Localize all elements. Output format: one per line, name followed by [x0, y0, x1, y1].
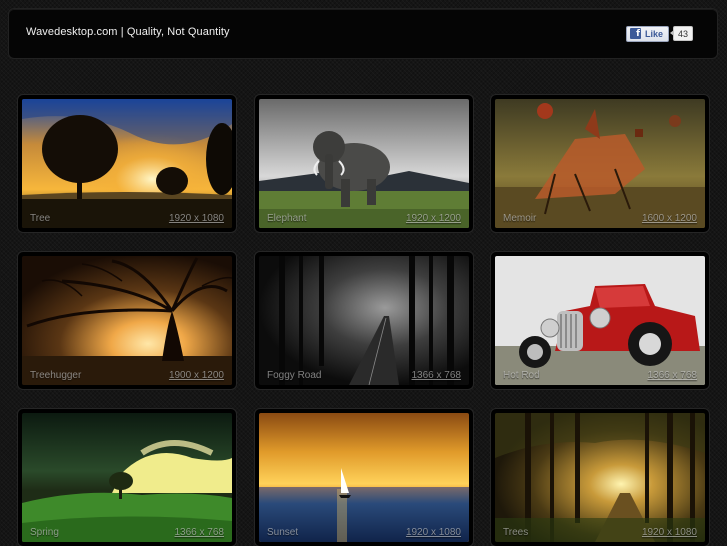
wallpaper-card: Treehugger 1900 x 1200 [18, 252, 236, 389]
wallpaper-name: Spring [30, 526, 59, 538]
wallpaper-thumbnail-hot-rod[interactable] [495, 256, 705, 385]
wallpaper-name: Sunset [267, 526, 299, 538]
wallpaper-name: Treehugger [30, 369, 82, 381]
facebook-like-widget: f Like 43 [626, 25, 694, 42]
wallpaper-name: Trees [503, 526, 529, 538]
wallpaper-caption: Sunset 1920 x 1080 [255, 525, 473, 539]
wallpaper-thumbnail-foggy-road[interactable] [259, 256, 469, 385]
wallpaper-name: Elephant [267, 212, 307, 224]
wallpaper-resolution-link[interactable]: 1920 x 1080 [406, 527, 461, 538]
facebook-like-button[interactable]: f Like [626, 25, 670, 42]
site-title[interactable]: Wavedesktop.com | Quality, Not Quantity [26, 26, 230, 38]
wallpaper-card: Spring 1366 x 768 [18, 409, 236, 546]
wallpaper-name: Hot Rod [503, 369, 540, 381]
wallpaper-card: Foggy Road 1366 x 768 [255, 252, 473, 389]
like-label: Like [645, 28, 664, 39]
wallpaper-resolution-link[interactable]: 1600 x 1200 [642, 213, 697, 224]
wallpaper-name: Foggy Road [267, 369, 322, 381]
wallpaper-caption: Memoir 1600 x 1200 [491, 211, 709, 225]
wallpaper-caption: Trees 1920 x 1080 [491, 525, 709, 539]
wallpaper-caption: Spring 1366 x 768 [18, 525, 236, 539]
wallpaper-caption: Tree 1920 x 1080 [18, 211, 236, 225]
wallpaper-thumbnail-tree[interactable] [22, 99, 232, 228]
like-count: 43 [670, 26, 694, 41]
site-header: Wavedesktop.com | Quality, Not Quantity … [9, 9, 717, 58]
wallpaper-resolution-link[interactable]: 1366 x 768 [175, 527, 225, 538]
wallpaper-caption: Foggy Road 1366 x 768 [255, 368, 473, 382]
wallpaper-resolution-link[interactable]: 1366 x 768 [648, 370, 698, 381]
wallpaper-card: Sunset 1920 x 1080 [255, 409, 473, 546]
wallpaper-resolution-link[interactable]: 1920 x 1200 [406, 213, 461, 224]
wallpaper-thumbnail-treehugger[interactable] [22, 256, 232, 385]
wallpaper-caption: Treehugger 1900 x 1200 [18, 368, 236, 382]
wallpaper-caption: Elephant 1920 x 1200 [255, 211, 473, 225]
wallpaper-name: Memoir [503, 212, 537, 224]
wallpaper-name: Tree [30, 212, 51, 224]
wallpaper-thumbnail-sunset[interactable] [259, 413, 469, 542]
facebook-icon: f [630, 28, 641, 39]
wallpaper-resolution-link[interactable]: 1900 x 1200 [169, 370, 224, 381]
wallpaper-resolution-link[interactable]: 1366 x 768 [412, 370, 462, 381]
wallpaper-caption: Hot Rod 1366 x 768 [491, 368, 709, 382]
wallpaper-thumbnail-trees[interactable] [495, 413, 705, 542]
wallpaper-card: Elephant 1920 x 1200 [255, 95, 473, 232]
wallpaper-card: Tree 1920 x 1080 [18, 95, 236, 232]
wallpaper-resolution-link[interactable]: 1920 x 1080 [642, 527, 697, 538]
wallpaper-thumbnail-spring[interactable] [22, 413, 232, 542]
wallpaper-card: Memoir 1600 x 1200 [491, 95, 709, 232]
wallpaper-thumbnail-memoir[interactable] [495, 99, 705, 228]
wallpaper-card: Hot Rod 1366 x 768 [491, 252, 709, 389]
wallpaper-resolution-link[interactable]: 1920 x 1080 [169, 213, 224, 224]
wallpaper-card: Trees 1920 x 1080 [491, 409, 709, 546]
wallpaper-thumbnail-elephant[interactable] [259, 99, 469, 228]
